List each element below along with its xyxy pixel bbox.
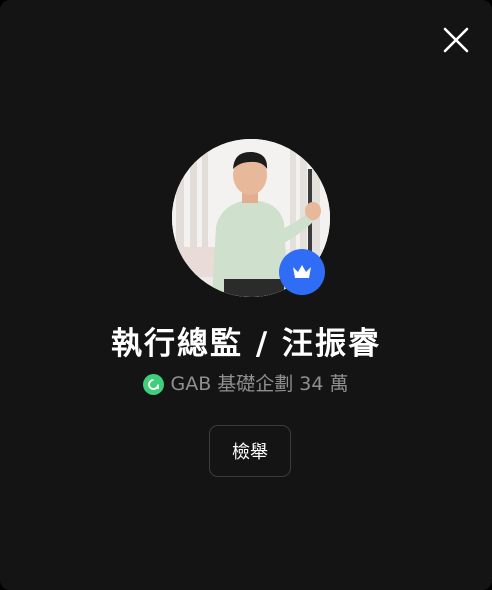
close-icon: [443, 27, 469, 53]
stats-text: GAB 基礎企劃 34 萬: [170, 373, 349, 395]
vip-badge: [279, 249, 325, 295]
profile-modal: 執行總監 / 汪振睿 GAB 基礎企劃 34 萬 檢舉: [0, 0, 492, 590]
profile-name: 執行總監 / 汪振睿: [111, 326, 381, 362]
avatar-container: [172, 139, 330, 297]
profile-stats: GAB 基礎企劃 34 萬: [0, 370, 492, 398]
crown-icon: [293, 265, 311, 278]
close-button[interactable]: [440, 24, 472, 56]
report-button[interactable]: 檢舉: [209, 425, 291, 477]
coin-icon: [143, 373, 165, 395]
